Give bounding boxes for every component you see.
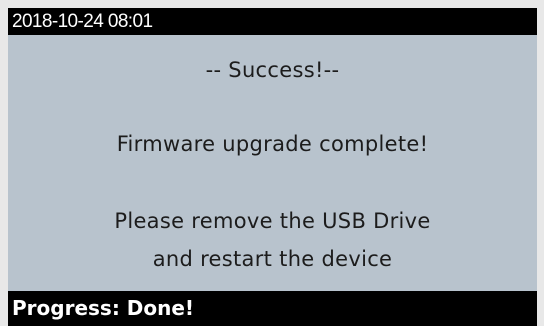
device-screen: 2018-10-24 08:01 -- Success!-- Firmware …	[8, 8, 537, 326]
datetime-bar: 2018-10-24 08:01	[8, 8, 537, 35]
progress-bar: Progress: Done!	[8, 291, 537, 326]
upgrade-complete-message: Firmware upgrade complete!	[116, 132, 429, 156]
datetime-text: 2018-10-24 08:01	[12, 11, 153, 32]
restart-device-instruction: and restart the device	[152, 247, 393, 271]
remove-usb-instruction: Please remove the USB Drive	[114, 209, 431, 233]
success-title: -- Success!--	[205, 58, 340, 82]
progress-status-text: Progress: Done!	[12, 296, 195, 320]
